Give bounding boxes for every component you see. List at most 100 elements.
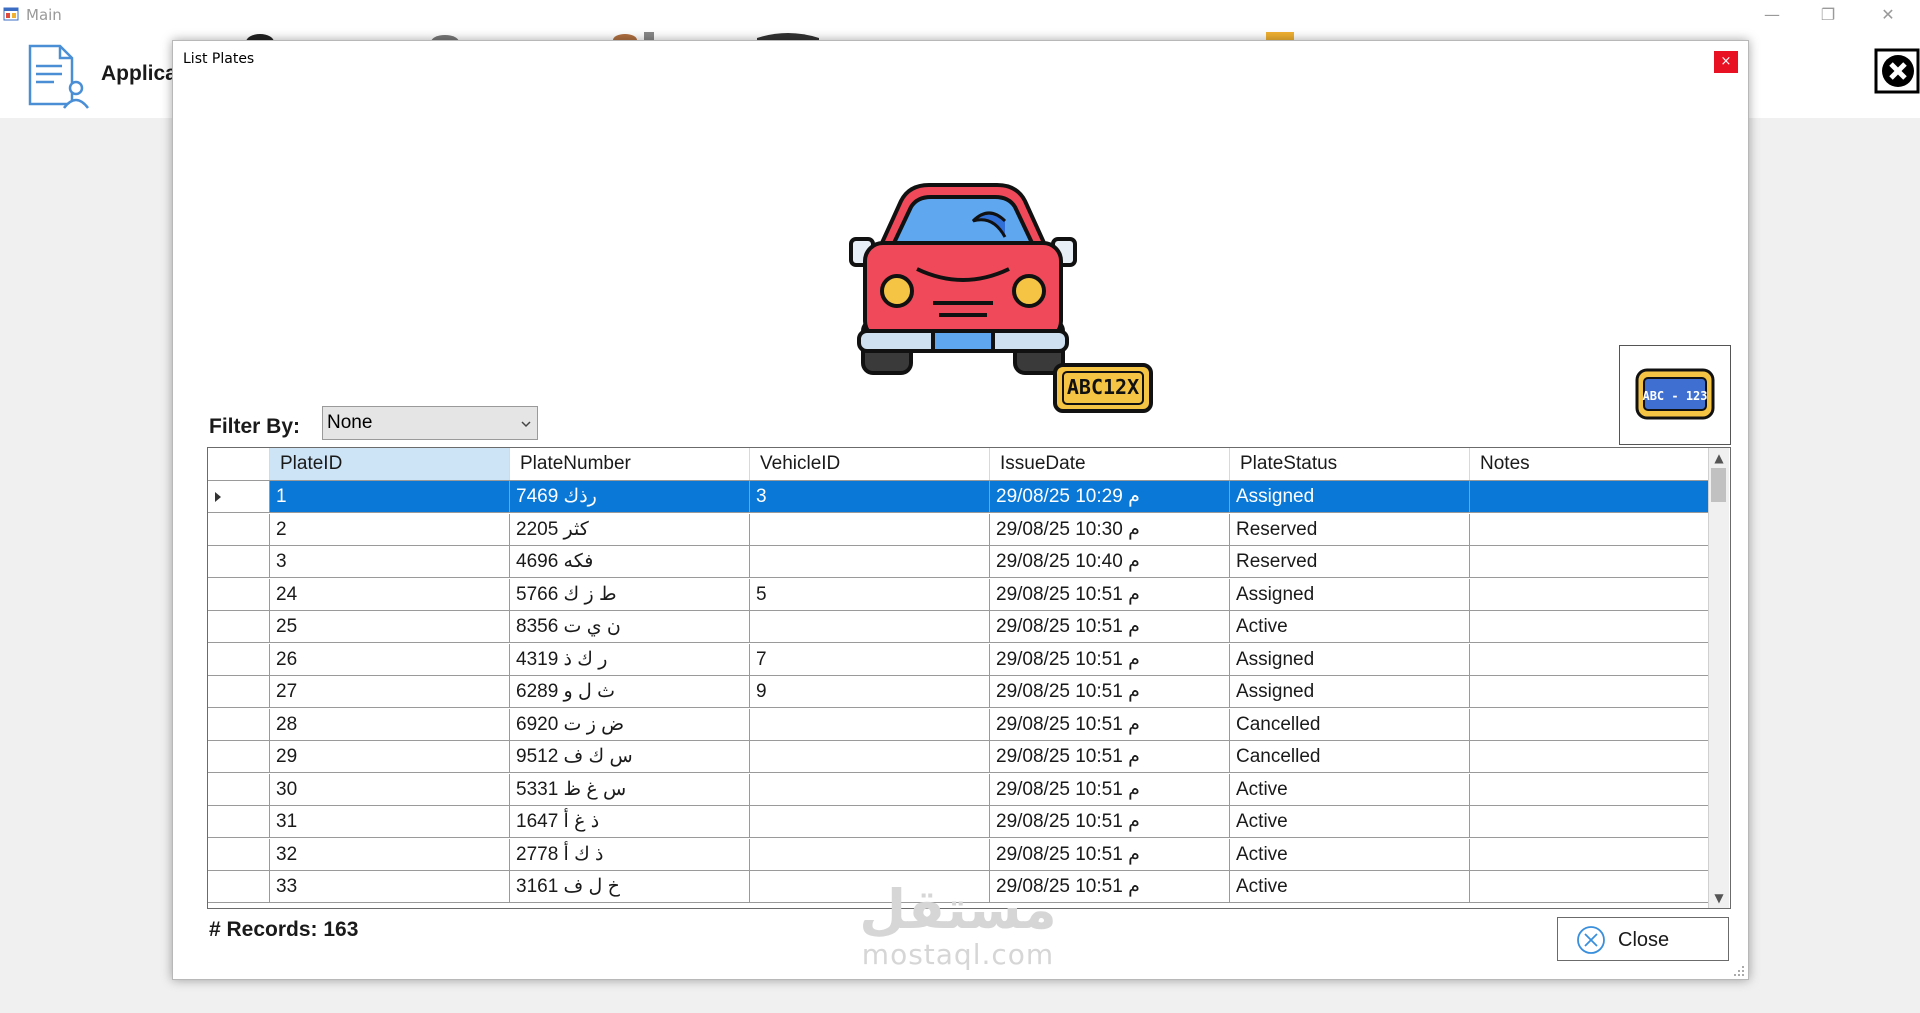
cell-platestatus[interactable]: Cancelled bbox=[1230, 708, 1470, 741]
row-header[interactable] bbox=[208, 708, 270, 741]
cell-platenumber[interactable]: ر ك ذ 4319 bbox=[510, 643, 750, 676]
cell-issuedate[interactable]: 29/08/25 10:40 م bbox=[990, 546, 1230, 578]
table-row[interactable]: 28 ض ز ت 6920 29/08/25 10:51 م Cancelled bbox=[208, 708, 1710, 741]
cell-plateid[interactable]: 30 bbox=[270, 773, 510, 806]
cell-notes[interactable] bbox=[1470, 643, 1710, 676]
row-header[interactable] bbox=[208, 578, 270, 611]
cell-platestatus[interactable]: Assigned bbox=[1230, 676, 1470, 708]
cell-platestatus[interactable]: Assigned bbox=[1230, 481, 1470, 513]
cell-plateid[interactable]: 1 bbox=[270, 481, 510, 513]
cell-platenumber[interactable]: كثر 2205 bbox=[510, 513, 750, 546]
column-header-platenumber[interactable]: PlateNumber bbox=[510, 448, 750, 480]
cell-platestatus[interactable]: Active bbox=[1230, 806, 1470, 838]
cell-platenumber[interactable]: ط ز ك 5766 bbox=[510, 578, 750, 611]
cell-plateid[interactable]: 32 bbox=[270, 838, 510, 871]
cell-plateid[interactable]: 28 bbox=[270, 708, 510, 741]
row-header[interactable] bbox=[208, 643, 270, 676]
table-row[interactable]: 24 ط ز ك 5766 5 29/08/25 10:51 م Assigned bbox=[208, 578, 1710, 611]
cell-plateid[interactable]: 31 bbox=[270, 806, 510, 838]
cell-plateid[interactable]: 25 bbox=[270, 611, 510, 643]
cell-vehicleid[interactable] bbox=[750, 838, 990, 871]
cell-platestatus[interactable]: Active bbox=[1230, 871, 1470, 903]
cell-issuedate[interactable]: 29/08/25 10:51 م bbox=[990, 578, 1230, 611]
cell-issuedate[interactable]: 29/08/25 10:51 م bbox=[990, 676, 1230, 708]
column-header-vehicleid[interactable]: VehicleID bbox=[750, 448, 990, 480]
cell-platestatus[interactable]: Reserved bbox=[1230, 546, 1470, 578]
cell-plateid[interactable]: 27 bbox=[270, 676, 510, 708]
cell-vehicleid[interactable]: 3 bbox=[750, 481, 990, 513]
cell-notes[interactable] bbox=[1470, 741, 1710, 773]
cell-plateid[interactable]: 33 bbox=[270, 871, 510, 903]
cell-issuedate[interactable]: 29/08/25 10:51 م bbox=[990, 611, 1230, 643]
row-header[interactable] bbox=[208, 838, 270, 871]
cell-notes[interactable] bbox=[1470, 773, 1710, 806]
table-row[interactable]: 1 رذك 7469 3 29/08/25 10:29 م Assigned bbox=[208, 481, 1710, 513]
cell-notes[interactable] bbox=[1470, 546, 1710, 578]
table-row[interactable]: 31 ذ غ أ 1647 29/08/25 10:51 م Active bbox=[208, 806, 1710, 838]
cell-notes[interactable] bbox=[1470, 611, 1710, 643]
cell-issuedate[interactable]: 29/08/25 10:29 م bbox=[990, 481, 1230, 513]
row-header[interactable] bbox=[208, 611, 270, 643]
cell-vehicleid[interactable] bbox=[750, 546, 990, 578]
scroll-up-arrow-icon[interactable]: ▲ bbox=[1709, 448, 1729, 468]
plates-grid[interactable]: PlateID PlateNumber VehicleID IssueDate … bbox=[207, 447, 1731, 909]
dialog-close-button[interactable]: × bbox=[1714, 51, 1738, 73]
column-header-plateid[interactable]: PlateID bbox=[270, 448, 510, 480]
maximize-button[interactable]: ❐ bbox=[1800, 0, 1856, 30]
application-label[interactable]: Applica bbox=[101, 62, 177, 86]
cell-platestatus[interactable]: Reserved bbox=[1230, 513, 1470, 546]
cell-platestatus[interactable]: Cancelled bbox=[1230, 741, 1470, 773]
cell-issuedate[interactable]: 29/08/25 10:51 م bbox=[990, 773, 1230, 806]
cell-vehicleid[interactable] bbox=[750, 806, 990, 838]
cell-platenumber[interactable]: ض ز ت 6920 bbox=[510, 708, 750, 741]
cell-plateid[interactable]: 29 bbox=[270, 741, 510, 773]
table-row[interactable]: 30 س غ ظ 5331 29/08/25 10:51 م Active bbox=[208, 773, 1710, 806]
cell-issuedate[interactable]: 29/08/25 10:51 م bbox=[990, 838, 1230, 871]
cell-vehicleid[interactable] bbox=[750, 611, 990, 643]
row-header[interactable] bbox=[208, 871, 270, 903]
cell-issuedate[interactable]: 29/08/25 10:51 م bbox=[990, 708, 1230, 741]
row-header[interactable] bbox=[208, 806, 270, 838]
table-row[interactable]: 27 ث ل و 6289 9 29/08/25 10:51 م Assigned bbox=[208, 676, 1710, 708]
cell-platestatus[interactable]: Assigned bbox=[1230, 578, 1470, 611]
cell-vehicleid[interactable] bbox=[750, 708, 990, 741]
table-row[interactable]: 26 ر ك ذ 4319 7 29/08/25 10:51 م Assigned bbox=[208, 643, 1710, 676]
close-button[interactable]: Close bbox=[1557, 917, 1729, 961]
add-plate-button[interactable]: ABC - 123 bbox=[1619, 345, 1731, 445]
cell-notes[interactable] bbox=[1470, 513, 1710, 546]
cell-issuedate[interactable]: 29/08/25 10:51 م bbox=[990, 643, 1230, 676]
cell-notes[interactable] bbox=[1470, 676, 1710, 708]
cell-issuedate[interactable]: 29/08/25 10:51 م bbox=[990, 806, 1230, 838]
cell-notes[interactable] bbox=[1470, 708, 1710, 741]
row-header[interactable] bbox=[208, 676, 270, 708]
cell-vehicleid[interactable]: 9 bbox=[750, 676, 990, 708]
column-header-platestatus[interactable]: PlateStatus bbox=[1230, 448, 1470, 480]
cell-plateid[interactable]: 24 bbox=[270, 578, 510, 611]
cell-platenumber[interactable]: رذك 7469 bbox=[510, 481, 750, 513]
row-header[interactable] bbox=[208, 546, 270, 578]
cell-platestatus[interactable]: Assigned bbox=[1230, 643, 1470, 676]
cell-platenumber[interactable]: فكه 4696 bbox=[510, 546, 750, 578]
cell-platenumber[interactable]: ذ غ أ 1647 bbox=[510, 806, 750, 838]
filter-dropdown[interactable]: None bbox=[322, 406, 538, 440]
table-row[interactable]: 32 ذ ك أ 2778 29/08/25 10:51 م Active bbox=[208, 838, 1710, 871]
minimize-button[interactable]: — bbox=[1744, 0, 1800, 30]
cell-issuedate[interactable]: 29/08/25 10:51 م bbox=[990, 741, 1230, 773]
vertical-scrollbar[interactable]: ▲ ▼ bbox=[1708, 448, 1729, 908]
table-row[interactable]: 3 فكه 4696 29/08/25 10:40 م Reserved bbox=[208, 546, 1710, 578]
cell-notes[interactable] bbox=[1470, 578, 1710, 611]
column-header-notes[interactable]: Notes bbox=[1470, 448, 1710, 480]
cell-vehicleid[interactable]: 5 bbox=[750, 578, 990, 611]
table-row[interactable]: 25 ن ي ت 8356 29/08/25 10:51 م Active bbox=[208, 611, 1710, 643]
resize-grip-icon[interactable] bbox=[1733, 965, 1745, 977]
cell-plateid[interactable]: 3 bbox=[270, 546, 510, 578]
window-close-button[interactable]: ✕ bbox=[1860, 0, 1916, 30]
row-header[interactable] bbox=[208, 513, 270, 546]
scroll-down-arrow-icon[interactable]: ▼ bbox=[1709, 888, 1729, 908]
cell-vehicleid[interactable] bbox=[750, 773, 990, 806]
row-header[interactable] bbox=[208, 741, 270, 773]
row-header[interactable] bbox=[208, 773, 270, 806]
exit-app-icon[interactable] bbox=[1874, 48, 1920, 94]
scrollbar-thumb[interactable] bbox=[1711, 468, 1726, 502]
cell-plateid[interactable]: 26 bbox=[270, 643, 510, 676]
